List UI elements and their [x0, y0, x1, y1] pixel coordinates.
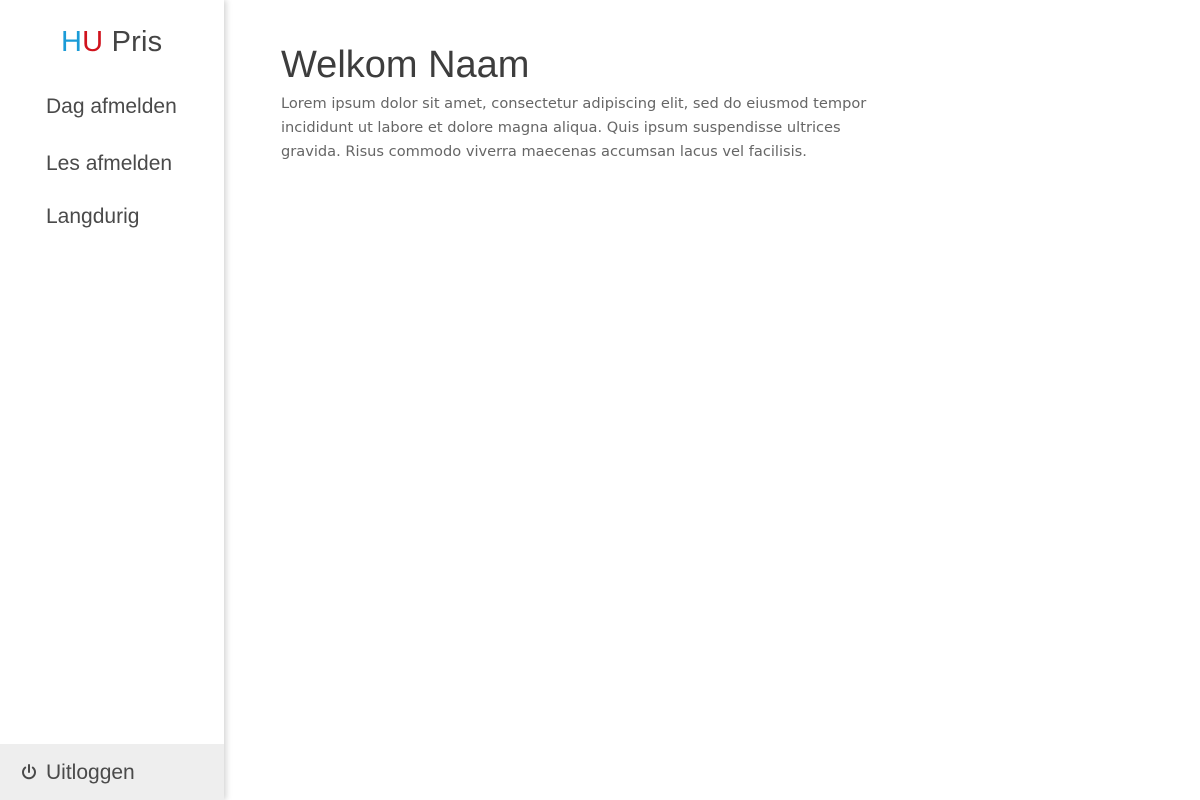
logo-app-name: Pris	[103, 26, 163, 58]
page-title: Welkom Naam	[281, 44, 530, 86]
app-root: HU Pris Dag afmelden Les afmelden Langdu…	[0, 0, 1200, 800]
main-content: Welkom Naam Lorem ipsum dolor sit amet, …	[224, 0, 1200, 800]
logo-letter-u: U	[82, 26, 104, 58]
logout-label: Uitloggen	[46, 761, 135, 784]
sidebar-item-dag-afmelden[interactable]: Dag afmelden	[46, 94, 177, 120]
logo-letter-h: H	[61, 26, 83, 58]
logout-button[interactable]: Uitloggen	[0, 744, 224, 800]
sidebar-item-langdurig[interactable]: Langdurig	[46, 204, 139, 230]
intro-text: Lorem ipsum dolor sit amet, consectetur …	[281, 95, 867, 160]
app-logo[interactable]: HU Pris	[61, 24, 162, 60]
sidebar-item-les-afmelden[interactable]: Les afmelden	[46, 151, 172, 177]
sidebar: HU Pris Dag afmelden Les afmelden Langdu…	[0, 0, 224, 800]
power-icon	[22, 764, 36, 780]
